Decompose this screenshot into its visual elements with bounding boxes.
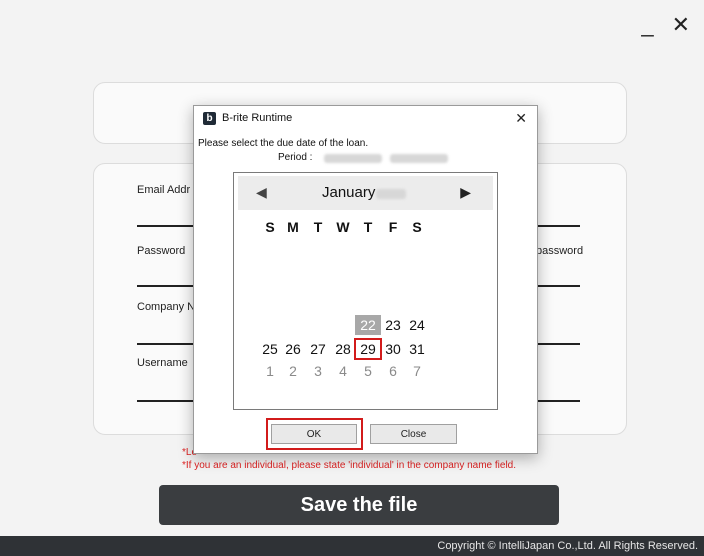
calendar-day[interactable]: 4 [330,361,356,381]
dialog-titlebar: b B-rite Runtime ✕ [194,106,537,130]
period-end-redacted [390,154,448,163]
company-field[interactable] [137,343,193,345]
calendar-day[interactable]: 24 [404,315,430,335]
calendar-year-redacted [376,189,406,199]
dialog-close-icon[interactable]: ✕ [515,110,527,127]
warning-line-2: *If you are an individual, please state … [182,460,517,471]
dialog-prompt: Please select the due date of the loan. [198,138,369,149]
weekday-label: S [265,219,275,235]
confirm-password-field[interactable] [534,285,580,287]
weekday-label: W [336,219,350,235]
period-start-redacted [324,154,382,163]
password-label: Password [137,245,186,257]
footer-copyright: Copyright © IntelliJapan Co.,Ltd. All Ri… [0,536,704,556]
calendar-day[interactable]: 23 [380,315,406,335]
company-field-right[interactable] [534,343,580,345]
password-field[interactable] [137,285,193,287]
weekday-label: S [412,219,422,235]
confirm-password-label: password [536,245,584,257]
dialog-title: B-rite Runtime [222,112,293,124]
calendar-day[interactable]: 29 [354,338,382,360]
calendar-day[interactable]: 5 [355,361,381,381]
calendar-day[interactable]: 6 [380,361,406,381]
calendar-month: January [322,184,376,201]
period-label: Period : [278,152,313,163]
calendar-day[interactable]: 22 [355,315,381,335]
email-field[interactable] [137,225,193,227]
calendar-day[interactable]: 2 [280,361,306,381]
window-controls: _ ✕ [641,14,690,36]
email-label: Email Addr [137,184,191,196]
close-button[interactable]: Close [370,424,457,444]
next-month-icon[interactable]: ▶ [460,184,471,201]
prev-month-icon[interactable]: ◀ [256,184,267,201]
close-window-icon[interactable]: ✕ [672,14,690,36]
weekday-label: F [388,219,398,235]
username-field-right[interactable] [534,400,580,402]
calendar-day[interactable]: 3 [305,361,331,381]
ok-button[interactable]: OK [271,424,357,444]
calendar-day[interactable]: 26 [280,339,306,359]
app-logo-icon: b [203,111,216,125]
weekday-label: T [363,219,373,235]
save-file-button[interactable]: Save the file [159,485,559,525]
calendar-day[interactable]: 27 [305,339,331,359]
calendar: ◀ January ▶ SMTWTFS 22 23 24 25 26 27 28 29 30 31… [233,172,498,410]
calendar-day[interactable]: 30 [380,339,406,359]
calendar-day[interactable]: 31 [404,339,430,359]
username-label: Username [137,357,188,369]
weekday-label: T [313,219,323,235]
username-field[interactable] [137,400,193,402]
calendar-header: ◀ January ▶ [238,176,493,210]
calendar-day[interactable]: 7 [404,361,430,381]
weekday-label: M [287,219,299,235]
company-label: Company N [137,301,196,313]
calendar-day[interactable]: 28 [330,339,356,359]
minimize-icon[interactable]: _ [641,14,653,36]
due-date-dialog: b B-rite Runtime ✕ Please select the due… [193,105,538,454]
confirm-email-field[interactable] [534,225,580,227]
